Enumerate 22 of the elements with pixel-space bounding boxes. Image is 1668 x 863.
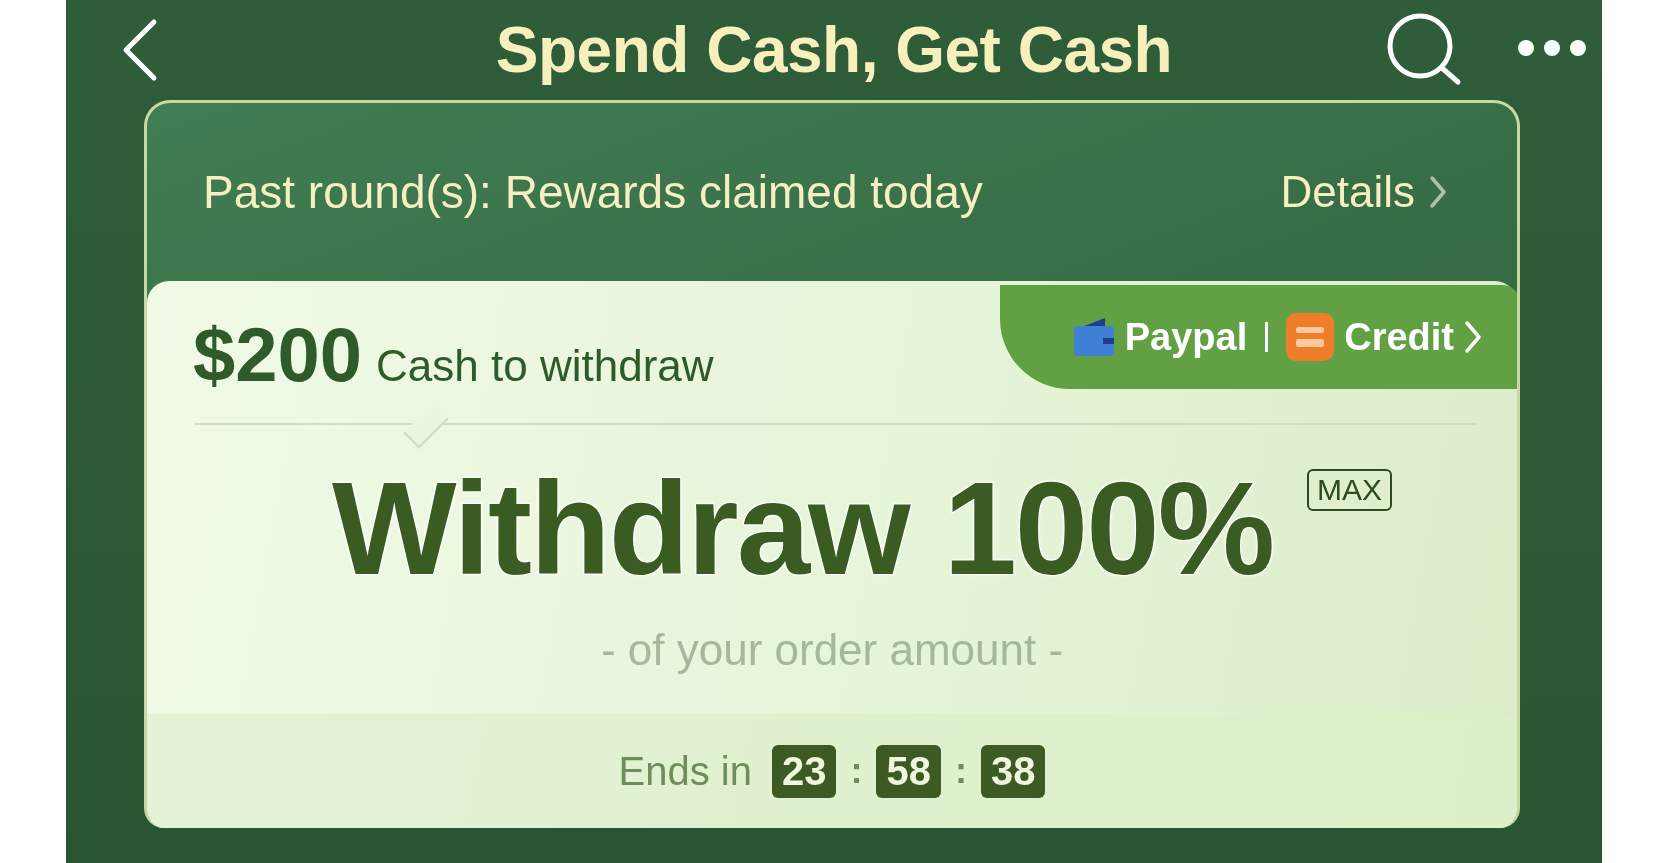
- details-link[interactable]: Details: [1280, 167, 1447, 217]
- max-badge: MAX: [1307, 469, 1393, 511]
- time-separator: :: [954, 750, 967, 792]
- offer-subtitle: - of your order amount -: [599, 625, 1065, 675]
- cash-label: Cash to withdraw: [376, 341, 714, 391]
- cash-amount: $200: [193, 311, 363, 398]
- offer-headline: Withdraw 100%: [331, 463, 1273, 595]
- time-digits: 38: [980, 744, 1046, 798]
- chevron-icon: [1429, 175, 1447, 209]
- chevron-icon: [1464, 320, 1482, 354]
- page-title: Spend Cash, Get Cash: [495, 13, 1173, 87]
- wallet-icon: [1072, 316, 1115, 358]
- banner-text: Past round(s): Rewards claimed today: [203, 165, 983, 219]
- back-button[interactable]: [122, 18, 158, 82]
- payment-tab[interactable]: Paypal Credit: [1000, 285, 1517, 389]
- app-icon: [1286, 313, 1335, 361]
- payment-label: Paypal: [1124, 315, 1248, 359]
- time-separator: :: [850, 750, 863, 792]
- countdown-label: Ends in: [618, 748, 752, 794]
- time-digits: 23: [771, 744, 837, 798]
- payment-label: Credit: [1344, 315, 1454, 359]
- time-digits: 58: [876, 744, 941, 798]
